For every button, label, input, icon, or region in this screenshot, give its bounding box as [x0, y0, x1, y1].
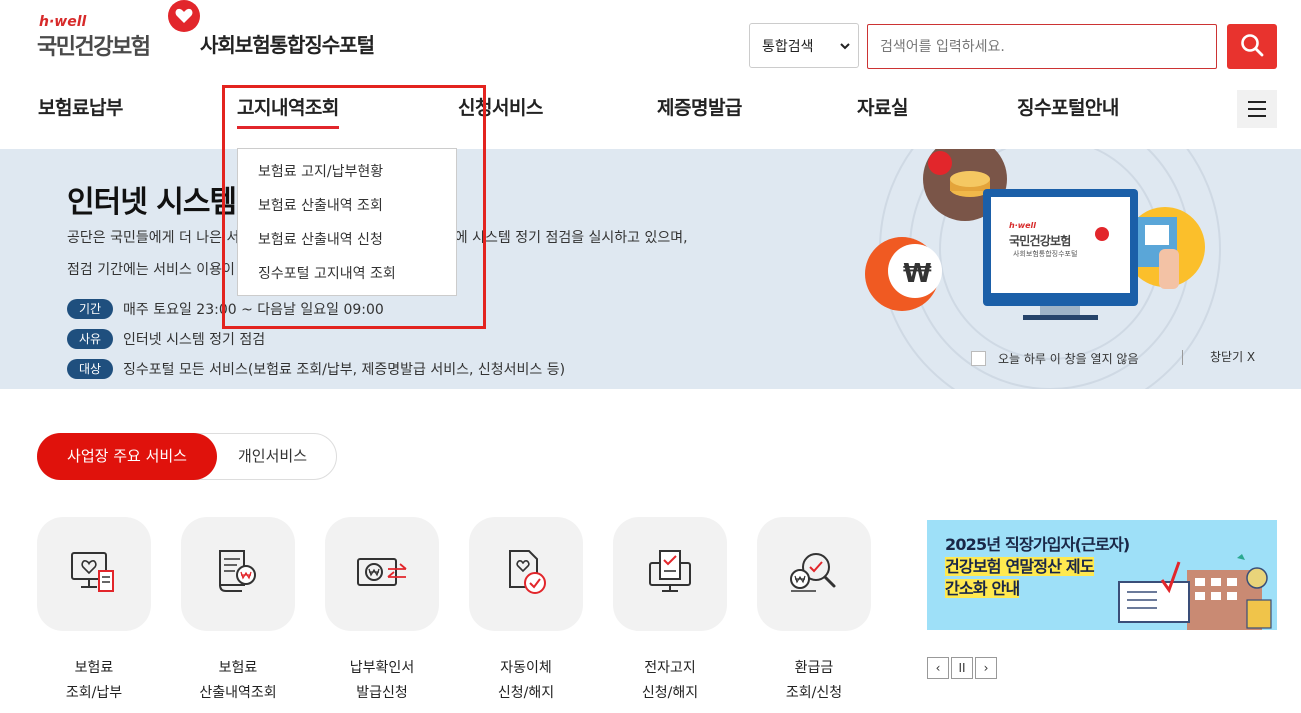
service-card-enotice[interactable]	[613, 517, 727, 631]
promo-illustration	[1118, 554, 1272, 630]
service-label-line: 발급신청	[356, 685, 408, 701]
monitor-brand: 국민건강보험	[1009, 234, 1071, 248]
info-row-target: 대상 징수포털 모든 서비스(보험료 조회/납부, 제증명발급 서비스, 신청서…	[67, 359, 565, 379]
service-label-line: 조회/신청	[785, 685, 843, 701]
banner-illustration: ₩ h·well 국민건강보험 사회보험통합징수포털	[865, 149, 1225, 324]
promo-text: 2025년 직장가입자(근로자) 건강보험 연말정산 제도 간소화 안내	[945, 534, 1130, 600]
monitor-subtitle: 사회보험통합징수포털	[1013, 250, 1078, 258]
close-banner-button[interactable]: 창닫기 X	[1182, 350, 1255, 365]
tab-business-services[interactable]: 사업장 주요 서비스	[37, 433, 217, 480]
service-label[interactable]: 전자고지신청/해지	[613, 656, 727, 706]
promo-prev-button[interactable]: ‹	[927, 657, 949, 679]
heart-icon	[1095, 227, 1109, 241]
menu-line	[1248, 115, 1266, 117]
monitor: h·well 국민건강보험 사회보험통합징수포털	[983, 189, 1138, 306]
tab-personal-services[interactable]: 개인서비스	[238, 434, 307, 479]
menu-line	[1248, 108, 1266, 110]
search-scope-select[interactable]: 통합검색	[749, 23, 859, 68]
nav-item-payment[interactable]: 보험료납부	[38, 93, 123, 120]
info-row-reason: 사유 인터넷 시스템 정기 점검	[67, 329, 265, 349]
portal-title[interactable]: 사회보험통합징수포털	[200, 29, 375, 58]
logo-tagline: h·well	[39, 14, 87, 30]
nav-item-library[interactable]: 자료실	[857, 93, 908, 120]
info-text: 징수포털 모든 서비스(보험료 조회/납부, 제증명발급 서비스, 신청서비스 …	[123, 362, 566, 378]
service-label[interactable]: 납부확인서발급신청	[325, 656, 439, 706]
kiosk-check-icon	[645, 547, 695, 601]
monitor-heart-icon	[69, 547, 119, 601]
service-label-line: 조회/납부	[65, 685, 123, 701]
search-button[interactable]	[1227, 24, 1277, 69]
dont-show-checkbox[interactable]	[971, 351, 986, 366]
chevron-down-icon	[840, 38, 850, 54]
service-card-payment[interactable]	[37, 517, 151, 631]
service-card-confirmation[interactable]	[325, 517, 439, 631]
service-label-line: 자동이체	[500, 660, 552, 676]
service-label-line: 산출내역조회	[199, 685, 277, 701]
won-symbol: ₩	[903, 259, 932, 289]
tag-badge: 기간	[67, 299, 113, 319]
promo-next-button[interactable]: ›	[975, 657, 997, 679]
service-label-line: 보험료	[218, 660, 258, 676]
heart-logo-icon	[168, 0, 200, 32]
service-card-refund[interactable]	[757, 517, 871, 631]
service-tabs: 사업장 주요 서비스 개인서비스	[37, 433, 337, 480]
search-scope-value: 통합검색	[762, 38, 814, 55]
promo-line: 2025년 직장가입자(근로자)	[945, 535, 1130, 554]
tag-badge: 대상	[67, 359, 113, 379]
service-label[interactable]: 보험료조회/납부	[37, 656, 151, 706]
promo-pause-button[interactable]: II	[951, 657, 973, 679]
monitor-tagline: h·well	[1009, 221, 1037, 230]
service-label-line: 신청/해지	[641, 685, 699, 701]
search-won-icon	[786, 547, 842, 601]
document-check-icon	[501, 547, 551, 601]
monitor-base	[1023, 315, 1098, 320]
service-label-line: 납부확인서	[349, 660, 415, 676]
highlight-box	[222, 85, 486, 329]
info-text: 인터넷 시스템 정기 점검	[123, 332, 266, 348]
wallet-won-icon	[354, 547, 410, 601]
search-input[interactable]	[867, 24, 1217, 69]
service-label-line: 신청/해지	[497, 685, 555, 701]
search-icon	[1240, 33, 1264, 61]
service-label[interactable]: 자동이체신청/해지	[469, 656, 583, 706]
logo-brand: 국민건강보험	[37, 35, 151, 60]
dont-show-label: 오늘 하루 이 창을 열지 않음	[998, 352, 1139, 366]
tag-badge: 사유	[67, 329, 113, 349]
nav-item-guide[interactable]: 징수포털안내	[1017, 93, 1119, 120]
logo[interactable]: h·well 국민건강보험	[37, 0, 202, 60]
menu-line	[1248, 101, 1266, 103]
hamburger-menu-button[interactable]	[1237, 90, 1277, 128]
service-card-autopay[interactable]	[469, 517, 583, 631]
service-label-line: 보험료	[74, 660, 114, 676]
promo-banner[interactable]: 2025년 직장가입자(근로자) 건강보험 연말정산 제도 간소화 안내	[927, 520, 1277, 630]
promo-line: 건강보험 연말정산 제도	[945, 557, 1095, 576]
notice-banner: 인터넷 시스템 정기 점검 안내 공단은 국민들에게 더 나은 서비스를 제공하…	[0, 149, 1301, 389]
nav-item-certificate[interactable]: 제증명발급	[657, 93, 742, 120]
dont-show-today[interactable]: 오늘 하루 이 창을 열지 않음	[971, 350, 1139, 367]
service-card-calc[interactable]	[181, 517, 295, 631]
service-label-line: 전자고지	[644, 660, 696, 676]
document-won-icon	[213, 547, 263, 601]
service-label[interactable]: 환급금조회/신청	[757, 656, 871, 706]
monitor-screen: h·well 국민건강보험 사회보험통합징수포털	[991, 197, 1130, 293]
service-label[interactable]: 보험료산출내역조회	[181, 656, 295, 706]
service-label-line: 환급금	[794, 660, 834, 676]
promo-line: 간소화 안내	[945, 579, 1020, 598]
